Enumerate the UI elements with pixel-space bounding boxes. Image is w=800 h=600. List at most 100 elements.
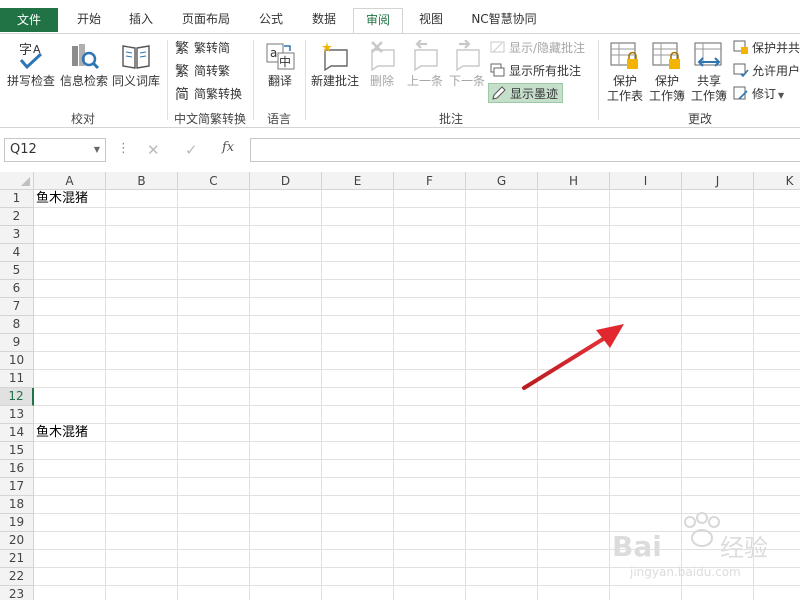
cell-A7[interactable] xyxy=(34,298,106,316)
cell-C1[interactable] xyxy=(178,190,250,208)
cell-B14[interactable] xyxy=(106,424,178,442)
cell-A5[interactable] xyxy=(34,262,106,280)
cell-C4[interactable] xyxy=(178,244,250,262)
row-header-16[interactable]: 16 xyxy=(0,460,34,478)
column-header-K[interactable]: K xyxy=(754,172,800,190)
cell-A20[interactable] xyxy=(34,532,106,550)
formula-bar-handle-icon[interactable]: ⋮ xyxy=(117,141,130,156)
cell-H5[interactable] xyxy=(538,262,610,280)
translate-button[interactable]: a 中 翻译 xyxy=(260,38,300,102)
cell-G1[interactable] xyxy=(466,190,538,208)
cell-B16[interactable] xyxy=(106,460,178,478)
cell-K5[interactable] xyxy=(754,262,800,280)
cell-B20[interactable] xyxy=(106,532,178,550)
cell-I13[interactable] xyxy=(610,406,682,424)
cell-F19[interactable] xyxy=(394,514,466,532)
cell-E15[interactable] xyxy=(322,442,394,460)
cell-I3[interactable] xyxy=(610,226,682,244)
cell-G15[interactable] xyxy=(466,442,538,460)
cell-H2[interactable] xyxy=(538,208,610,226)
cell-K7[interactable] xyxy=(754,298,800,316)
cell-A8[interactable] xyxy=(34,316,106,334)
cell-H14[interactable] xyxy=(538,424,610,442)
cell-B21[interactable] xyxy=(106,550,178,568)
show-ink-button[interactable]: 显示墨迹 xyxy=(488,83,564,103)
cell-C8[interactable] xyxy=(178,316,250,334)
cell-I17[interactable] xyxy=(610,478,682,496)
cell-F6[interactable] xyxy=(394,280,466,298)
row-header-23[interactable]: 23 xyxy=(0,586,34,600)
cell-D2[interactable] xyxy=(250,208,322,226)
row-header-18[interactable]: 18 xyxy=(0,496,34,514)
cell-I14[interactable] xyxy=(610,424,682,442)
cell-H20[interactable] xyxy=(538,532,610,550)
cell-B15[interactable] xyxy=(106,442,178,460)
cell-A6[interactable] xyxy=(34,280,106,298)
to-traditional-button[interactable]: 繁简转繁 xyxy=(175,61,230,81)
cell-E13[interactable] xyxy=(322,406,394,424)
cell-J15[interactable] xyxy=(682,442,754,460)
simp-trad-convert-button[interactable]: 简简繁转换 xyxy=(175,84,242,104)
cell-B8[interactable] xyxy=(106,316,178,334)
cell-C10[interactable] xyxy=(178,352,250,370)
cell-F15[interactable] xyxy=(394,442,466,460)
cell-B22[interactable] xyxy=(106,568,178,586)
cell-E6[interactable] xyxy=(322,280,394,298)
cell-E12[interactable] xyxy=(322,388,394,406)
cell-H1[interactable] xyxy=(538,190,610,208)
cell-A3[interactable] xyxy=(34,226,106,244)
row-header-2[interactable]: 2 xyxy=(0,208,34,226)
cell-A12[interactable] xyxy=(34,388,106,406)
chevron-down-icon[interactable]: ▼ xyxy=(94,139,100,161)
cell-F1[interactable] xyxy=(394,190,466,208)
tab-file[interactable]: 文件 xyxy=(0,8,58,32)
cell-E17[interactable] xyxy=(322,478,394,496)
cell-A15[interactable] xyxy=(34,442,106,460)
row-header-4[interactable]: 4 xyxy=(0,244,34,262)
cell-D21[interactable] xyxy=(250,550,322,568)
row-header-3[interactable]: 3 xyxy=(0,226,34,244)
cell-K17[interactable] xyxy=(754,478,800,496)
cell-D20[interactable] xyxy=(250,532,322,550)
cell-A4[interactable] xyxy=(34,244,106,262)
cell-B10[interactable] xyxy=(106,352,178,370)
protect-workbook-button[interactable]: 保护 工作簿 xyxy=(646,38,688,103)
confirm-icon[interactable]: ✓ xyxy=(185,141,198,159)
cell-E23[interactable] xyxy=(322,586,394,600)
cell-J7[interactable] xyxy=(682,298,754,316)
cell-G4[interactable] xyxy=(466,244,538,262)
cell-G18[interactable] xyxy=(466,496,538,514)
cell-A10[interactable] xyxy=(34,352,106,370)
cell-D17[interactable] xyxy=(250,478,322,496)
tab-formulas[interactable]: 公式 xyxy=(248,8,294,34)
cell-G21[interactable] xyxy=(466,550,538,568)
cell-E22[interactable] xyxy=(322,568,394,586)
row-header-6[interactable]: 6 xyxy=(0,280,34,298)
cell-E14[interactable] xyxy=(322,424,394,442)
cell-F21[interactable] xyxy=(394,550,466,568)
cell-G17[interactable] xyxy=(466,478,538,496)
cell-K11[interactable] xyxy=(754,370,800,388)
cell-J6[interactable] xyxy=(682,280,754,298)
cell-J3[interactable] xyxy=(682,226,754,244)
tab-data[interactable]: 数据 xyxy=(300,8,348,34)
row-header-1[interactable]: 1 xyxy=(0,190,34,208)
cell-D5[interactable] xyxy=(250,262,322,280)
insert-function-button[interactable]: fx xyxy=(222,140,234,155)
cell-E16[interactable] xyxy=(322,460,394,478)
cell-I2[interactable] xyxy=(610,208,682,226)
cell-J23[interactable] xyxy=(682,586,754,600)
tab-home[interactable]: 开始 xyxy=(64,8,114,34)
cell-C7[interactable] xyxy=(178,298,250,316)
cell-C15[interactable] xyxy=(178,442,250,460)
cell-I1[interactable] xyxy=(610,190,682,208)
cell-F23[interactable] xyxy=(394,586,466,600)
tab-insert[interactable]: 插入 xyxy=(118,8,164,34)
allow-users-button[interactable]: 允许用户 xyxy=(733,61,800,81)
cell-K12[interactable] xyxy=(754,388,800,406)
cell-H15[interactable] xyxy=(538,442,610,460)
row-header-19[interactable]: 19 xyxy=(0,514,34,532)
cell-H7[interactable] xyxy=(538,298,610,316)
cell-G5[interactable] xyxy=(466,262,538,280)
column-header-E[interactable]: E xyxy=(322,172,394,190)
